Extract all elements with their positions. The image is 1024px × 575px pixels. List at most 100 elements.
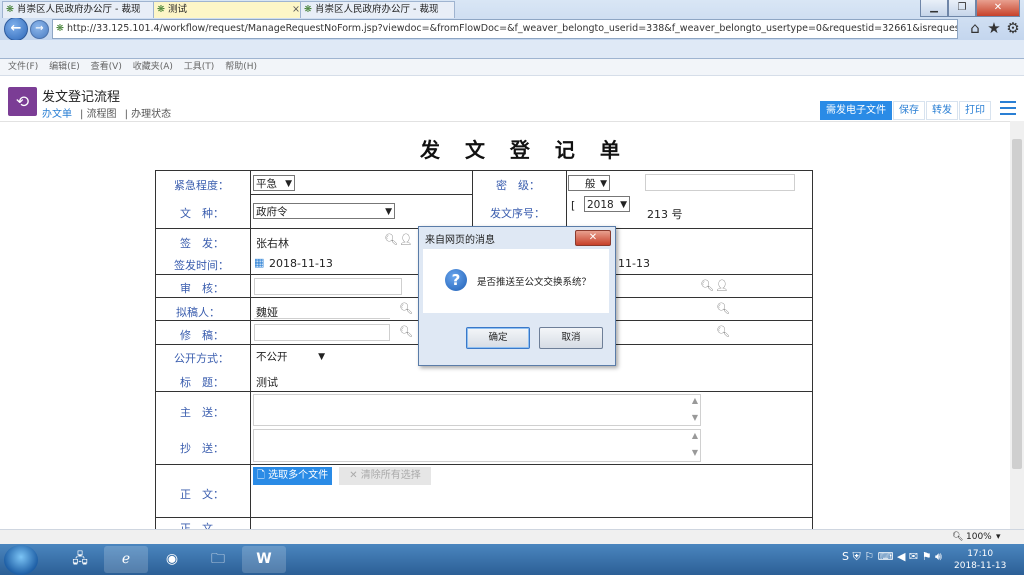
- clock-time: 17:10: [967, 549, 994, 559]
- clear-selection-button[interactable]: ✕ 清除所有选择: [339, 467, 431, 485]
- send-electronic-doc-button[interactable]: 需发电子文件: [820, 101, 892, 120]
- media-player-icon[interactable]: ◉: [150, 546, 194, 573]
- chevron-down-icon: ▼: [318, 352, 325, 362]
- forward-button[interactable]: →: [30, 20, 49, 39]
- dialog-close-button[interactable]: ✕: [575, 230, 611, 246]
- zoom-level[interactable]: 100%: [966, 530, 992, 544]
- tab-1[interactable]: ❋ 肖崇区人民政府办公厅 - 裁现: [2, 1, 157, 18]
- publish-value: 不公开: [256, 351, 288, 363]
- start-button[interactable]: [4, 545, 38, 575]
- row-divider: [155, 464, 813, 465]
- row-divider: [155, 517, 813, 518]
- doctype-label: 文 种：: [180, 207, 224, 220]
- search-icon[interactable]: 🔍︎: [399, 325, 413, 338]
- taskbar: 🖧 ℯ ◉ 🗀 W S ⛨ ⚐ ⌨ ◀ ✉ ⚑ 🔊︎: [0, 544, 1024, 575]
- column-divider: [566, 170, 567, 229]
- search-icon[interactable]: 🔍︎: [384, 233, 398, 246]
- tab-close-icon[interactable]: ×: [292, 2, 300, 18]
- scroll-down-icon[interactable]: ▼: [692, 448, 698, 457]
- nav-form[interactable]: 办文单: [42, 109, 72, 120]
- chevron-down-icon[interactable]: ▾: [996, 530, 1001, 544]
- menu-help[interactable]: 帮助(H): [225, 62, 257, 72]
- calendar-icon[interactable]: ▦: [254, 256, 264, 269]
- nav-flowchart[interactable]: 流程图: [87, 109, 117, 120]
- level-extra-input[interactable]: [645, 174, 795, 191]
- address-text: http://33.125.101.4/workflow/request/Man…: [67, 23, 958, 34]
- serial-bracket: [: [571, 199, 576, 212]
- home-icon[interactable]: ⌂: [966, 19, 984, 37]
- folder-icon[interactable]: 🗀: [196, 546, 240, 573]
- label-column-divider: [250, 170, 251, 530]
- favorites-icon[interactable]: ★: [985, 19, 1003, 37]
- publish-select[interactable]: 不公开 ▼: [253, 348, 328, 364]
- scroll-up-icon[interactable]: ▲: [692, 396, 698, 405]
- restore-button[interactable]: ❐: [948, 0, 976, 17]
- close-icon: ✕: [349, 470, 361, 481]
- tab-icon: ❋: [304, 4, 312, 15]
- scrollbar-thumb[interactable]: [1012, 139, 1022, 469]
- tab-2[interactable]: ❋ 测试 ×: [153, 1, 304, 18]
- level-label: 密 级：: [496, 179, 540, 192]
- scroll-down-icon[interactable]: ▼: [692, 413, 698, 422]
- search-icon[interactable]: 🔍︎: [716, 302, 730, 315]
- select-files-label: 选取多个文件: [268, 470, 329, 481]
- search-icon[interactable]: 🔍︎: [700, 279, 714, 292]
- settings-icon[interactable]: ⚙: [1004, 19, 1022, 37]
- urgency-select[interactable]: 平急 ▼: [253, 175, 295, 191]
- menu-view[interactable]: 查看(V): [91, 62, 122, 72]
- level-select[interactable]: 般 ▼: [568, 175, 610, 191]
- signer-value: 张右林: [256, 237, 289, 250]
- serial-label: 发文序号：: [490, 207, 545, 220]
- select-files-button[interactable]: 🗋 选取多个文件: [253, 467, 332, 485]
- doctype-value: 政府令: [256, 206, 288, 218]
- tray-icons[interactable]: S ⛨ ⚐ ⌨ ◀ ✉ ⚑ 🔊︎: [842, 550, 942, 564]
- publish-label: 公开方式：: [174, 352, 229, 365]
- network-app-icon[interactable]: 🖧: [58, 546, 102, 573]
- chevron-down-icon: ▼: [285, 179, 292, 189]
- year-value: 2018: [587, 199, 614, 211]
- drafter-input[interactable]: [254, 301, 390, 319]
- user-icon[interactable]: 👤︎: [399, 233, 413, 246]
- menu-file[interactable]: 文件(F): [8, 62, 38, 72]
- search-icon[interactable]: 🔍︎: [716, 325, 730, 338]
- doctype-select[interactable]: 政府令 ▼: [253, 203, 395, 219]
- cc-textarea[interactable]: ▲ ▼: [253, 429, 701, 462]
- review-input[interactable]: [254, 278, 402, 295]
- search-icon[interactable]: 🔍︎: [399, 302, 413, 315]
- tab-strip: [0, 40, 1024, 59]
- page-scrollbar[interactable]: [1010, 121, 1024, 529]
- address-bar[interactable]: ❋ http://33.125.101.4/workflow/request/Ma…: [52, 19, 958, 39]
- ie-icon[interactable]: ℯ: [104, 546, 148, 573]
- user-icon[interactable]: 👤︎: [715, 279, 729, 292]
- scroll-up-icon[interactable]: ▲: [692, 431, 698, 440]
- subject-label: 标 题：: [180, 376, 224, 389]
- tab-3[interactable]: ❋ 肖崇区人民政府办公厅 - 裁现: [300, 1, 455, 18]
- forward-button-app[interactable]: 转发: [926, 101, 958, 120]
- window-controls: ▁ ❐ ✕: [920, 0, 1020, 18]
- next-row-label: 正 文: [180, 522, 213, 529]
- column-divider: [472, 170, 473, 229]
- word-icon[interactable]: W: [242, 546, 286, 573]
- window-close-button[interactable]: ✕: [976, 0, 1020, 17]
- menu-edit[interactable]: 编辑(E): [49, 62, 80, 72]
- cc-label: 抄 送：: [180, 442, 224, 455]
- tab-icon: ❋: [6, 4, 14, 15]
- tab-icon: ❋: [157, 4, 165, 15]
- back-button[interactable]: ←: [4, 17, 28, 41]
- taskbar-clock[interactable]: 17:10 2018-11-13: [954, 548, 1006, 572]
- menu-icon[interactable]: [1000, 101, 1016, 116]
- menu-tools[interactable]: 工具(T): [184, 62, 215, 72]
- zoom-icon[interactable]: 🔍︎: [952, 530, 963, 544]
- main-to-textarea[interactable]: ▲ ▼: [253, 394, 701, 426]
- save-button[interactable]: 保存: [893, 101, 925, 120]
- editor-input[interactable]: [254, 324, 390, 341]
- menu-favorites[interactable]: 收藏夹(A): [133, 62, 173, 72]
- ok-button[interactable]: 确定: [466, 327, 530, 349]
- cancel-button[interactable]: 取消: [539, 327, 603, 349]
- minimize-button[interactable]: ▁: [920, 0, 948, 17]
- year-select[interactable]: 2018 ▼: [584, 196, 630, 212]
- print-button[interactable]: 打印: [959, 101, 991, 120]
- dialog-message: 是否推送至公文交换系统？: [477, 277, 592, 288]
- nav-status[interactable]: 办理状态: [131, 109, 171, 120]
- tab-label: 测试: [168, 4, 188, 15]
